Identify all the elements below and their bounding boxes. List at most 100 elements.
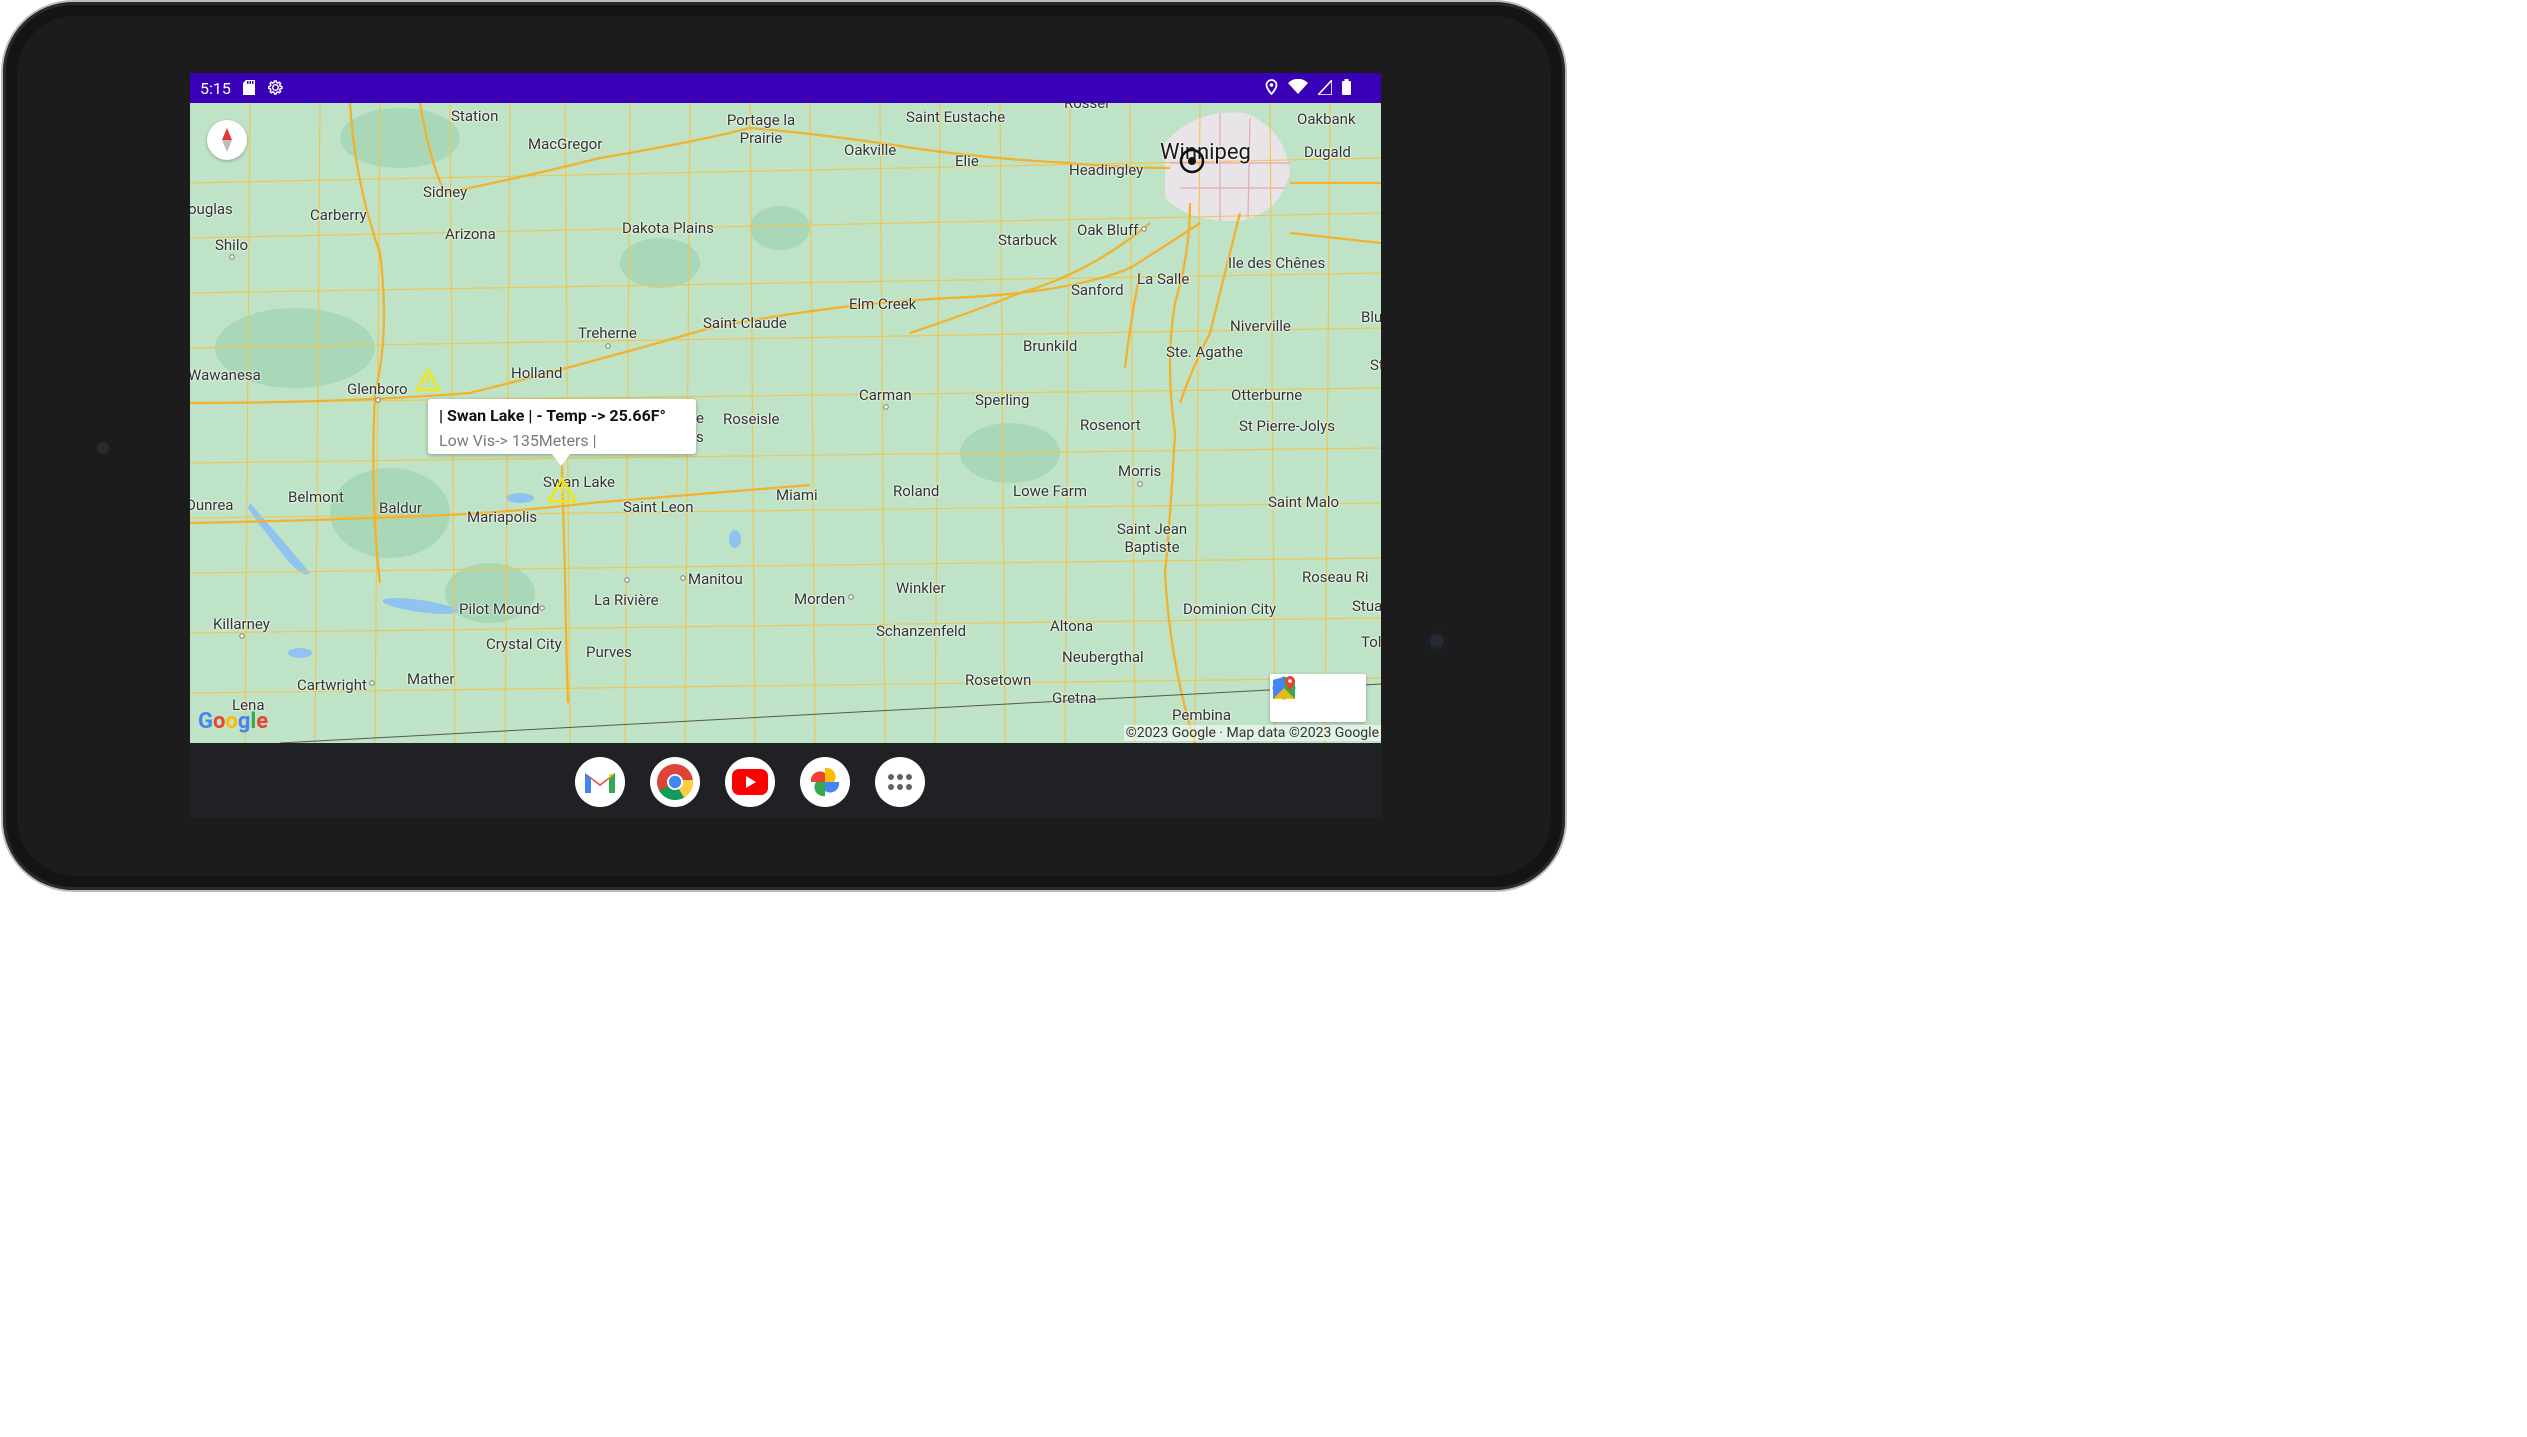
place-label: Schanzenfeld [876,622,967,640]
place-label: Headingley [1069,161,1144,179]
app-drawer[interactable] [875,757,925,807]
front-camera [1426,630,1448,652]
place-label: Shilo [215,236,249,254]
place-label: Purves [586,643,632,661]
front-sensor [97,442,109,454]
map-copyright: ©2023 Google · Map data ©2023 Google [1123,725,1381,741]
gmail-icon [585,773,615,793]
info-window-pointer [552,454,570,466]
google-logo: Google [198,709,269,734]
place-label: Saint Malo [1268,493,1340,511]
marker-info-window[interactable]: | Swan Lake | - Temp -> 25.66F° Low Vis-… [428,399,696,466]
photos-icon [810,767,840,797]
place-label: Tolst [1361,633,1381,651]
warning-marker-swan-lake[interactable] [547,477,577,503]
place-label: Dakota Plains [622,219,714,237]
place-label: Stuar [1352,597,1381,615]
place-label: Pembina [1172,706,1231,724]
place-label: MacGregor [528,135,603,153]
battery-icon [1342,79,1351,95]
place-label: Morris [1118,462,1162,480]
place-label: Arizona [445,225,496,243]
place-label: Winkler [896,579,946,597]
chrome-app[interactable] [650,757,700,807]
place-label: Pilot Mound [459,600,540,618]
place-label: Manitou [688,570,743,588]
settings-gear-icon [268,80,283,95]
place-label: St [1370,356,1381,374]
photos-app[interactable] [800,757,850,807]
place-label: ouglas [190,200,233,218]
warning-marker-glenboro[interactable] [415,368,441,392]
gmail-app[interactable] [575,757,625,807]
place-label: Altona [1050,617,1094,635]
place-label: Saint Claude [703,314,787,332]
place-label: Lowe Farm [1013,482,1088,500]
app-dock [575,757,925,807]
place-label: St Pierre-Jolys [1239,417,1336,435]
place-label: Mariapolis [467,508,538,526]
place-label: Roseau Ri [1302,568,1369,586]
info-window-title: | Swan Lake | - Temp -> 25.66F° [439,406,666,425]
location-icon [1265,79,1278,95]
place-label: Treherne [578,324,637,342]
app-drawer-icon [888,774,912,790]
place-label: Dugald [1304,143,1351,161]
status-time: 5:15 [200,79,231,98]
place-label: Roseisle [723,410,780,428]
place-label: Neubergthal [1062,648,1144,666]
place-label: Baldur [379,499,422,517]
sd-card-icon [243,80,255,95]
place-label: Wawanesa [190,366,261,384]
place-label: La Salle [1137,270,1190,288]
my-location-marker[interactable] [1177,146,1207,176]
place-label: La Rivière [594,591,659,609]
info-window-snippet: Low Vis-> 135Meters | [439,431,597,450]
device-screen: 5:15 Station MacGregor Portage la Prairi… [190,73,1381,818]
place-label: Oakville [844,141,897,159]
place-label: s [696,428,704,446]
youtube-app[interactable] [725,757,775,807]
cell-signal-icon [1318,79,1332,95]
place-label: Carberry [310,206,367,224]
place-label: Station [451,107,499,125]
place-label: Niverville [1230,317,1291,335]
place-label: Sanford [1071,281,1124,299]
place-label: Dunrea [190,496,234,514]
place-label: Otterburne [1231,386,1303,404]
open-in-maps-button[interactable] [1273,674,1366,722]
place-label: Portage la Prairie [726,111,796,147]
place-label: Carman [859,386,912,404]
place-label: Oak Bluff [1077,221,1139,239]
place-label: Elie [955,152,979,170]
place-label: Gretna [1052,689,1097,707]
place-label: Brunkild [1023,337,1078,355]
wifi-icon [1288,79,1308,94]
place-label: Saint Leon [623,498,694,516]
youtube-icon [732,769,768,795]
place-label: Rosser [1064,103,1111,112]
place-label: Glenboro [347,380,408,398]
place-label: Belmont [288,488,344,506]
place-label: Rosenort [1080,416,1141,434]
place-label: Killarney [213,615,270,633]
place-label: Morden [794,590,846,608]
compass-button[interactable] [207,120,247,160]
status-bar: 5:15 [190,73,1381,103]
map-toolbar [1270,674,1366,722]
place-label: Mather [407,670,455,688]
place-label: Miami [776,486,818,504]
place-label: Saint Jean Baptiste [1116,520,1188,556]
place-label: Saint Eustache [906,108,1006,126]
place-label: Holland [511,364,563,382]
place-label: Dominion City [1183,600,1277,618]
place-label: Starbuck [998,231,1058,249]
compass-needle-icon [222,128,232,152]
place-label: Roland [893,482,940,500]
map-roads-layer [190,103,1381,743]
place-label: e [696,409,704,427]
place-label: Blu [1361,308,1381,326]
place-label: Oakbank [1297,110,1356,128]
map-view[interactable]: Station MacGregor Portage la Prairie Sai… [190,103,1381,743]
google-maps-icon [1273,676,1295,699]
